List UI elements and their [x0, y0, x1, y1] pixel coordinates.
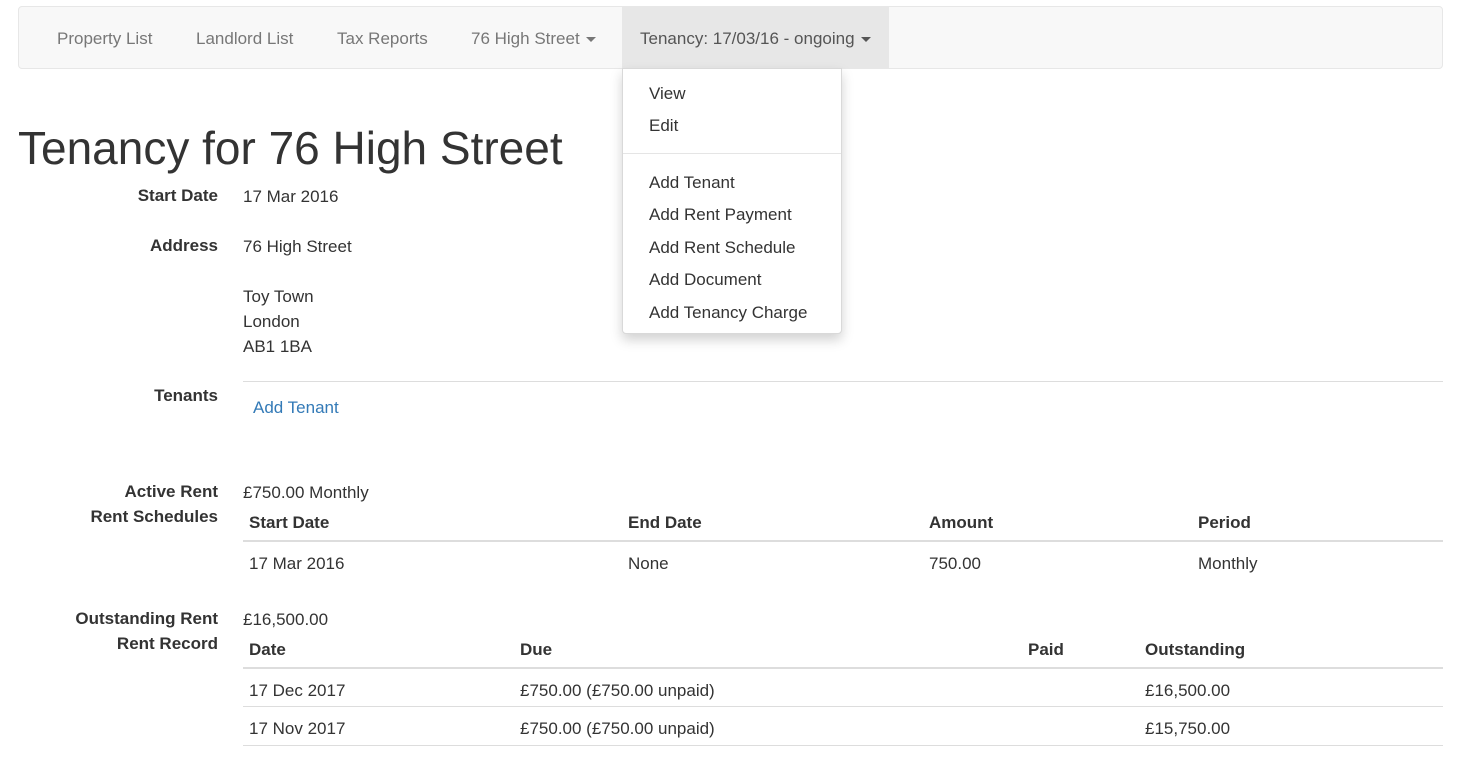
- col-amount: Amount: [929, 513, 994, 532]
- add-tenant-link[interactable]: Add Tenant: [253, 395, 339, 420]
- menu-item-add-tenant[interactable]: Add Tenant: [623, 168, 841, 198]
- cell-amount: 750.00: [929, 554, 981, 573]
- start-date-value: 17 Mar 2016: [243, 187, 339, 206]
- outstanding-rent-value: £16,500.00: [243, 610, 329, 629]
- nav-landlord-list[interactable]: Landlord List: [196, 7, 293, 68]
- menu-divider: [623, 153, 841, 154]
- col-period: Period: [1198, 513, 1251, 532]
- address-line-3: London: [243, 312, 300, 331]
- col-outstanding: Outstanding: [1145, 640, 1246, 659]
- nav-tenancy-label: Tenancy: 17/03/16 - ongoing: [640, 29, 855, 48]
- active-rent-value: £750.00 Monthly: [243, 483, 369, 502]
- cell-period: Monthly: [1198, 554, 1258, 573]
- outstanding-rent-label: Outstanding Rent: [75, 609, 218, 628]
- menu-item-add-rent-schedule[interactable]: Add Rent Schedule: [623, 233, 841, 263]
- address-line-4: AB1 1BA: [243, 337, 312, 356]
- address-label: Address: [149, 236, 218, 255]
- address-line-2: Toy Town: [243, 287, 314, 306]
- col-date: Date: [249, 640, 286, 659]
- nav-tax-reports[interactable]: Tax Reports: [337, 7, 428, 68]
- cell-start-date: 17 Mar 2016: [249, 554, 345, 573]
- cell-outstanding: £16,500.00: [1145, 681, 1231, 700]
- rent-schedules-label: Rent Schedules: [90, 507, 218, 526]
- menu-item-add-tenancy-charge[interactable]: Add Tenancy Charge: [623, 298, 841, 328]
- active-rent-label: Active Rent: [124, 482, 218, 501]
- menu-item-view[interactable]: View: [623, 79, 841, 109]
- menu-item-edit[interactable]: Edit: [623, 111, 841, 141]
- cell-date: 17 Nov 2017: [249, 719, 346, 738]
- rent-record-label: Rent Record: [116, 634, 218, 653]
- page-title: Tenancy for 76 High Street: [18, 122, 563, 174]
- tenants-label: Tenants: [154, 386, 218, 405]
- row-divider: [243, 745, 1443, 746]
- tenancy-dropdown-menu: View Edit Add Tenant Add Rent Payment Ad…: [622, 68, 842, 334]
- table-header-border: [243, 540, 1443, 542]
- cell-date: 17 Dec 2017: [249, 681, 346, 700]
- nav-property-list[interactable]: Property List: [57, 7, 152, 68]
- cell-due: £750.00 (£750.00 unpaid): [520, 681, 715, 700]
- caret-down-icon: [860, 37, 871, 43]
- nav-property-dropdown[interactable]: 76 High Street: [471, 7, 596, 68]
- col-end-date: End Date: [628, 513, 702, 532]
- col-paid: Paid: [1028, 640, 1064, 659]
- menu-item-add-document[interactable]: Add Document: [623, 265, 841, 295]
- nav-property-label: 76 High Street: [471, 29, 580, 48]
- cell-due: £750.00 (£750.00 unpaid): [520, 719, 715, 738]
- tenants-divider: [243, 381, 1443, 382]
- col-start-date: Start Date: [249, 513, 330, 532]
- menu-item-add-rent-payment[interactable]: Add Rent Payment: [623, 200, 841, 230]
- address-line-1: 76 High Street: [243, 237, 352, 256]
- nav-tenancy-dropdown[interactable]: Tenancy: 17/03/16 - ongoing: [622, 7, 889, 68]
- start-date-label: Start Date: [137, 186, 218, 205]
- caret-down-icon: [585, 37, 596, 43]
- row-divider: [243, 706, 1443, 707]
- col-due: Due: [520, 640, 553, 659]
- table-header-border: [243, 667, 1443, 669]
- navbar: Property List Landlord List Tax Reports …: [18, 6, 1443, 69]
- cell-outstanding: £15,750.00: [1145, 719, 1231, 738]
- cell-end-date: None: [628, 554, 669, 573]
